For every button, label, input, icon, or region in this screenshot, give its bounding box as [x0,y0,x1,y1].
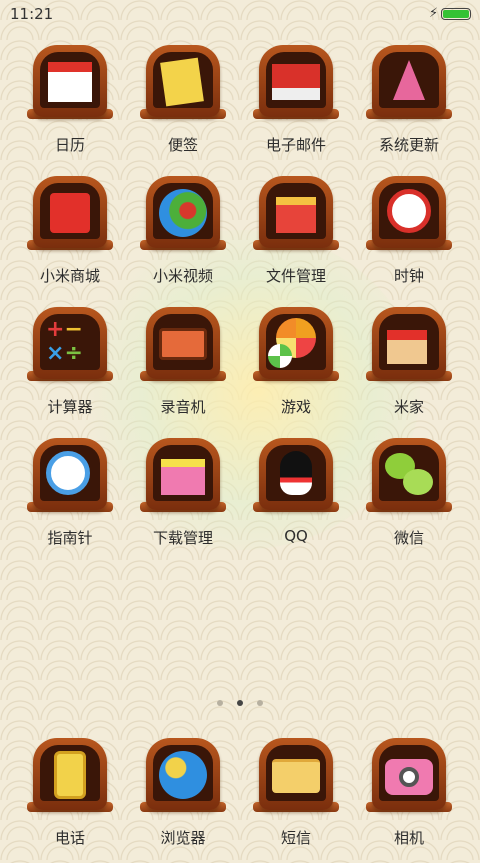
app-calendar[interactable]: 日历 [20,45,120,170]
app-recorder[interactable]: 录音机 [133,307,233,432]
app-label: 电子邮件 [265,136,326,154]
recorder-icon [159,328,207,360]
app-mi-home[interactable]: 米家 [359,307,459,432]
app-label: 浏览器 [160,829,206,847]
app-label: 时钟 [393,267,424,285]
app-label: 计算器 [47,398,93,416]
app-label: 日历 [54,136,85,154]
dock-messages[interactable]: 短信 [246,738,346,863]
mi-store-icon [50,193,90,233]
phone-icon [54,751,86,799]
app-label: 指南针 [47,529,93,547]
app-label: 小米商城 [39,267,100,285]
system-update-icon [393,60,425,100]
app-label: 文件管理 [265,267,326,285]
email-icon [272,64,320,100]
status-bar: 11:21 ⚡ [0,0,480,28]
app-mi-video[interactable]: 小米视频 [133,176,233,301]
app-label: 系统更新 [378,136,439,154]
app-file-manager[interactable]: 文件管理 [246,176,346,301]
mi-home-icon [387,330,427,364]
calculator-icon: +− ×÷ [46,317,83,366]
app-notes[interactable]: 便签 [133,45,233,170]
app-qq[interactable]: QQ [246,438,346,563]
dock-phone[interactable]: 电话 [20,738,120,863]
app-calculator[interactable]: +− ×÷ 计算器 [20,307,120,432]
dock-browser[interactable]: 浏览器 [133,738,233,863]
app-label: 下载管理 [152,529,213,547]
page-indicator[interactable] [214,700,266,710]
app-wechat[interactable]: 微信 [359,438,459,563]
wechat-bubble-icon [403,469,433,495]
app-label: 游戏 [280,398,311,416]
qq-icon [280,451,312,495]
clock-icon [387,189,431,233]
notes-icon [160,57,204,107]
app-label: 短信 [280,829,311,847]
app-mi-store[interactable]: 小米商城 [20,176,120,301]
browser-icon [159,751,207,799]
page-dot-active[interactable] [237,700,243,706]
app-email[interactable]: 电子邮件 [246,45,346,170]
battery-icon [441,8,471,20]
messages-icon [272,759,320,793]
app-label: 微信 [393,529,424,547]
app-label: 米家 [393,398,424,416]
app-label: 便签 [167,136,198,154]
camera-lens-icon [399,767,419,787]
app-compass[interactable]: 指南针 [20,438,120,563]
charging-icon: ⚡ [429,6,439,21]
compass-icon [46,451,90,495]
dock-camera[interactable]: 相机 [359,738,459,863]
app-label: QQ [284,527,308,545]
file-manager-icon [276,197,316,233]
app-label: 小米视频 [152,267,213,285]
app-games[interactable]: 游戏 [246,307,346,432]
app-label: 电话 [54,829,85,847]
page-dot[interactable] [217,700,223,706]
app-label: 相机 [393,829,424,847]
app-system-update[interactable]: 系统更新 [359,45,459,170]
downloads-icon [161,459,205,495]
candy-icon [268,344,292,368]
status-time: 11:21 [10,5,54,23]
mi-video-icon [159,189,207,237]
app-downloads[interactable]: 下载管理 [133,438,233,563]
app-label: 录音机 [160,398,206,416]
page-dot[interactable] [257,700,263,706]
app-clock[interactable]: 时钟 [359,176,459,301]
calendar-icon [48,62,92,102]
